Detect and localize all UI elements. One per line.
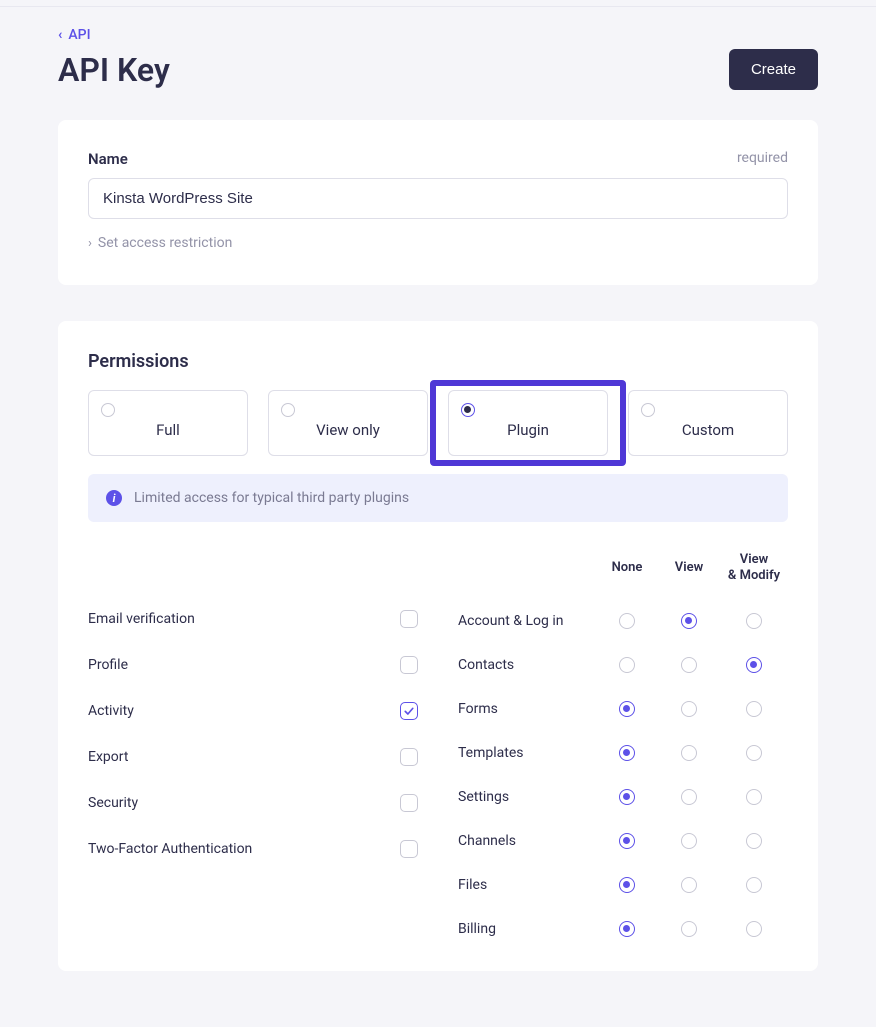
radio-forms-none[interactable] [619, 701, 635, 717]
permission-level-plugin[interactable]: Plugin [448, 390, 608, 456]
perm-right-label: Templates [458, 745, 596, 761]
page-title: API Key [58, 51, 170, 89]
permission-level-label: Plugin [461, 421, 595, 439]
radio-billing-view-modify[interactable] [746, 921, 762, 937]
permissions-title: Permissions [88, 351, 788, 372]
breadcrumb[interactable]: ‹ API [58, 27, 818, 43]
chevron-left-icon: ‹ [58, 27, 62, 43]
radio-contacts-view-modify[interactable] [746, 657, 762, 673]
permission-level-label: Custom [641, 421, 775, 439]
checkbox-activity[interactable] [400, 702, 418, 720]
create-button[interactable]: Create [729, 49, 818, 90]
checkbox-security[interactable] [400, 794, 418, 812]
permission-level-view-only[interactable]: View only [268, 390, 428, 456]
radio-templates-view[interactable] [681, 745, 697, 761]
perm-right-label: Contacts [458, 657, 596, 673]
info-text: Limited access for typical third party p… [134, 490, 409, 506]
access-restriction-toggle[interactable]: › Set access restriction [88, 235, 788, 251]
radio-templates-view-modify[interactable] [746, 745, 762, 761]
perm-right-label: Files [458, 877, 596, 893]
perm-right-label: Account & Log in [458, 613, 596, 629]
permission-level-full[interactable]: Full [88, 390, 248, 456]
perm-left-label: Activity [88, 703, 400, 719]
radio-icon [641, 403, 655, 417]
perm-left-label: Profile [88, 657, 400, 673]
radio-settings-view-modify[interactable] [746, 789, 762, 805]
access-restriction-label: Set access restriction [98, 235, 232, 251]
permission-level-label: Full [101, 421, 235, 439]
permission-level-custom[interactable]: Custom [628, 390, 788, 456]
radio-account-log-in-view-modify[interactable] [746, 613, 762, 629]
column-header-view-modify: View& Modify [720, 552, 788, 585]
column-header-none: None [596, 560, 658, 576]
perm-left-label: Email verification [88, 611, 400, 627]
radio-forms-view[interactable] [681, 701, 697, 717]
name-input[interactable] [88, 178, 788, 219]
perm-right-label: Settings [458, 789, 596, 805]
name-required: required [737, 150, 788, 168]
permission-level-label: View only [281, 421, 415, 439]
radio-channels-none[interactable] [619, 833, 635, 849]
chevron-right-icon: › [88, 236, 92, 251]
perm-left-label: Export [88, 749, 400, 765]
permissions-card: Permissions Full View only Plugin Custom i … [58, 321, 818, 971]
info-banner: i Limited access for typical third party… [88, 474, 788, 522]
radio-files-none[interactable] [619, 877, 635, 893]
perm-left-label: Two-Factor Authentication [88, 841, 400, 857]
checkbox-profile[interactable] [400, 656, 418, 674]
radio-account-log-in-view[interactable] [681, 613, 697, 629]
radio-settings-view[interactable] [681, 789, 697, 805]
perm-right-label: Forms [458, 701, 596, 717]
name-label: Name [88, 150, 128, 168]
radio-icon [101, 403, 115, 417]
checkbox-two-factor-authentication[interactable] [400, 840, 418, 858]
radio-files-view[interactable] [681, 877, 697, 893]
name-card: Name required › Set access restriction [58, 120, 818, 285]
info-icon: i [106, 490, 122, 506]
perm-right-label: Billing [458, 921, 596, 937]
radio-contacts-none[interactable] [619, 657, 635, 673]
radio-settings-none[interactable] [619, 789, 635, 805]
radio-channels-view[interactable] [681, 833, 697, 849]
radio-icon [461, 403, 475, 417]
checkbox-email-verification[interactable] [400, 610, 418, 628]
radio-forms-view-modify[interactable] [746, 701, 762, 717]
radio-contacts-view[interactable] [681, 657, 697, 673]
column-header-view: View [658, 560, 720, 576]
breadcrumb-api-link[interactable]: API [68, 27, 90, 43]
checkbox-export[interactable] [400, 748, 418, 766]
radio-billing-none[interactable] [619, 921, 635, 937]
perm-right-label: Channels [458, 833, 596, 849]
radio-templates-none[interactable] [619, 745, 635, 761]
radio-icon [281, 403, 295, 417]
radio-channels-view-modify[interactable] [746, 833, 762, 849]
radio-files-view-modify[interactable] [746, 877, 762, 893]
perm-left-label: Security [88, 795, 400, 811]
radio-billing-view[interactable] [681, 921, 697, 937]
radio-account-log-in-none[interactable] [619, 613, 635, 629]
